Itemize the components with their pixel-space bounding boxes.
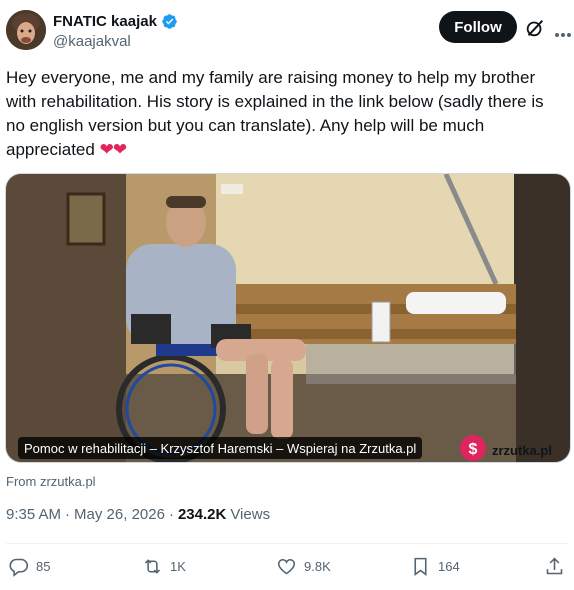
tweet-time[interactable]: 9:35 AM [6,506,61,523]
link-card-image: $ [6,174,570,462]
zrzutka-logo: zrzutka.pl [462,439,552,461]
action-bar: 85 1K 9.8K 164 [0,552,574,582]
reply-button[interactable]: 85 [8,556,50,577]
heart-icon [277,558,296,575]
heart-emoji: ❤❤ [99,140,127,159]
meta-separator-2: · [168,506,174,523]
views-count: 234.2K [177,506,227,523]
repost-button[interactable]: 1K [142,556,186,577]
reply-count: 85 [36,559,51,574]
tweet-meta: 9:35 AM · May 26, 2026 · 234.2K Views [6,506,270,523]
repost-count: 1K [170,559,186,574]
verified-badge-icon [161,13,178,30]
share-button[interactable] [544,556,565,577]
reply-icon [9,558,29,577]
bookmark-icon [414,557,427,576]
link-card[interactable]: $ Pomoc w rehabilitacji – Krzysztof Hare… [5,173,571,463]
tweet-date[interactable]: May 26, 2026 [74,506,165,523]
share-icon [546,557,563,575]
zrzutka-logo-text: zrzutka.pl [492,442,552,458]
bookmark-count: 164 [438,559,460,574]
display-name[interactable]: FNATIC kaajak [53,13,157,30]
follow-button[interactable]: Follow [439,11,517,43]
author-block: FNATIC kaajak @kaajakval [53,13,178,50]
views-label: Views [230,506,271,523]
grok-icon[interactable] [524,17,546,39]
meta-separator: · [65,506,71,523]
divider [6,543,568,544]
tweet-text: Hey everyone, me and my family are raisi… [6,66,566,162]
avatar[interactable] [6,10,46,50]
link-card-title: Pomoc w rehabilitacji – Krzysztof Harems… [18,437,423,459]
more-options-icon[interactable] [554,25,572,37]
bookmark-button[interactable]: 164 [410,556,460,577]
tweet-header: FNATIC kaajak @kaajakval Follow [0,0,574,62]
author-handle[interactable]: @kaajakval [53,33,178,50]
like-count: 9.8K [304,559,331,574]
tweet-body: Hey everyone, me and my family are raisi… [6,68,544,159]
like-button[interactable]: 9.8K [276,556,331,577]
repost-icon [144,559,161,574]
link-source[interactable]: From zrzutka.pl [6,474,96,489]
